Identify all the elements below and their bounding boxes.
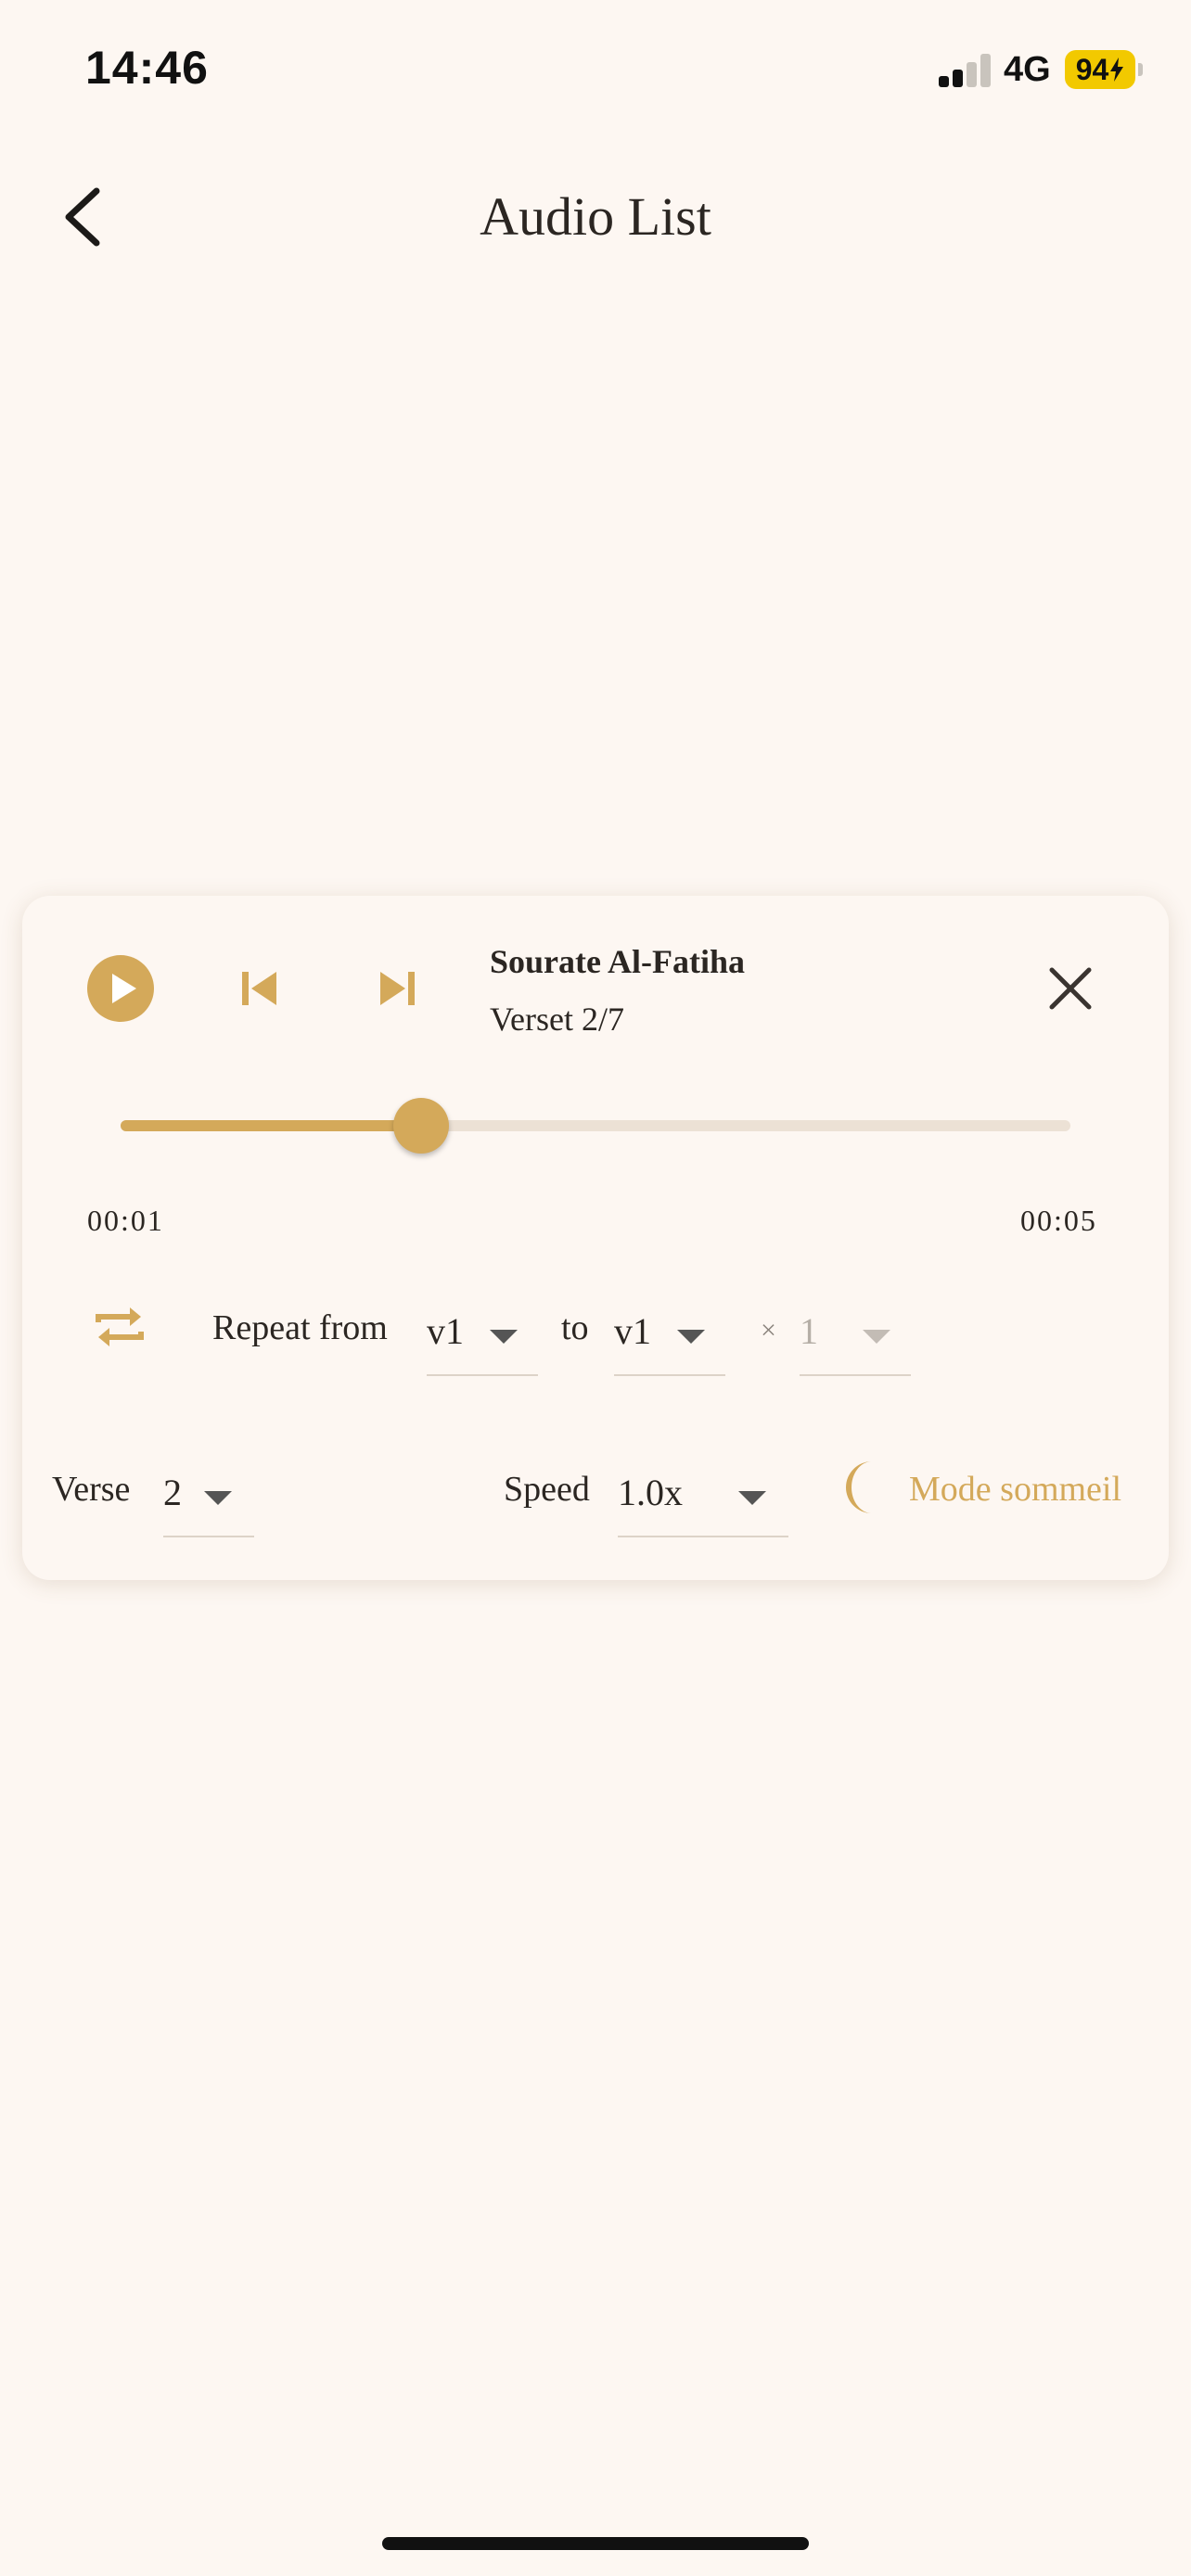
- network-type: 4G: [1004, 50, 1051, 89]
- repeat-from-select[interactable]: v1: [427, 1302, 538, 1376]
- battery-cap: [1138, 63, 1143, 76]
- total-duration: 00:05: [1020, 1204, 1097, 1237]
- repeat-to-label: to: [561, 1308, 589, 1347]
- speed-select[interactable]: 1.0x: [618, 1463, 788, 1537]
- play-icon: [112, 974, 136, 1003]
- chevron-down-icon: [204, 1491, 232, 1505]
- close-button[interactable]: [1046, 964, 1095, 1013]
- next-button[interactable]: [369, 961, 425, 1016]
- elapsed-time: 00:01: [87, 1204, 164, 1237]
- repeat-button[interactable]: [91, 1298, 148, 1356]
- times-sign: ×: [761, 1315, 776, 1345]
- home-indicator: [382, 2537, 809, 2550]
- verse-info: Verset 2/7: [490, 1001, 624, 1038]
- verse-value: 2: [163, 1472, 182, 1513]
- repeat-to-select[interactable]: v1: [614, 1302, 725, 1376]
- repeat-icon: [96, 1307, 144, 1346]
- speed-value: 1.0x: [618, 1472, 683, 1513]
- skip-next-icon: [380, 972, 415, 1005]
- play-button[interactable]: [87, 955, 154, 1022]
- close-icon: [1049, 967, 1092, 1010]
- repeat-from-label: Repeat from: [212, 1308, 388, 1347]
- progress-thumb[interactable]: [392, 1098, 449, 1154]
- previous-button[interactable]: [232, 961, 288, 1016]
- repeat-from-value: v1: [427, 1310, 464, 1352]
- chevron-down-icon: [490, 1330, 518, 1344]
- progress-fill: [121, 1120, 421, 1131]
- signal-icon: [939, 54, 992, 87]
- sleep-mode-button[interactable]: [833, 1458, 892, 1517]
- battery-indicator: 94: [1065, 50, 1135, 89]
- repeat-count-value: 1: [800, 1310, 818, 1352]
- repeat-count-select[interactable]: 1: [800, 1302, 911, 1376]
- chevron-down-icon: [677, 1330, 705, 1344]
- repeat-to-value: v1: [614, 1310, 651, 1352]
- status-time: 14:46: [85, 42, 209, 94]
- surah-title: Sourate Al-Fatiha: [490, 943, 745, 980]
- battery-level: 94: [1075, 52, 1109, 86]
- sleep-mode-label[interactable]: Mode sommeil: [909, 1469, 1121, 1510]
- chevron-down-icon: [863, 1330, 890, 1344]
- moon-icon: [846, 1461, 872, 1513]
- verse-select[interactable]: 2: [163, 1463, 254, 1537]
- skip-previous-icon: [242, 972, 276, 1005]
- charging-bolt-icon: [1110, 57, 1124, 82]
- speed-label: Speed: [504, 1470, 590, 1509]
- verse-label: Verse: [52, 1470, 131, 1509]
- chevron-down-icon: [738, 1491, 766, 1505]
- page-title: Audio List: [480, 186, 711, 247]
